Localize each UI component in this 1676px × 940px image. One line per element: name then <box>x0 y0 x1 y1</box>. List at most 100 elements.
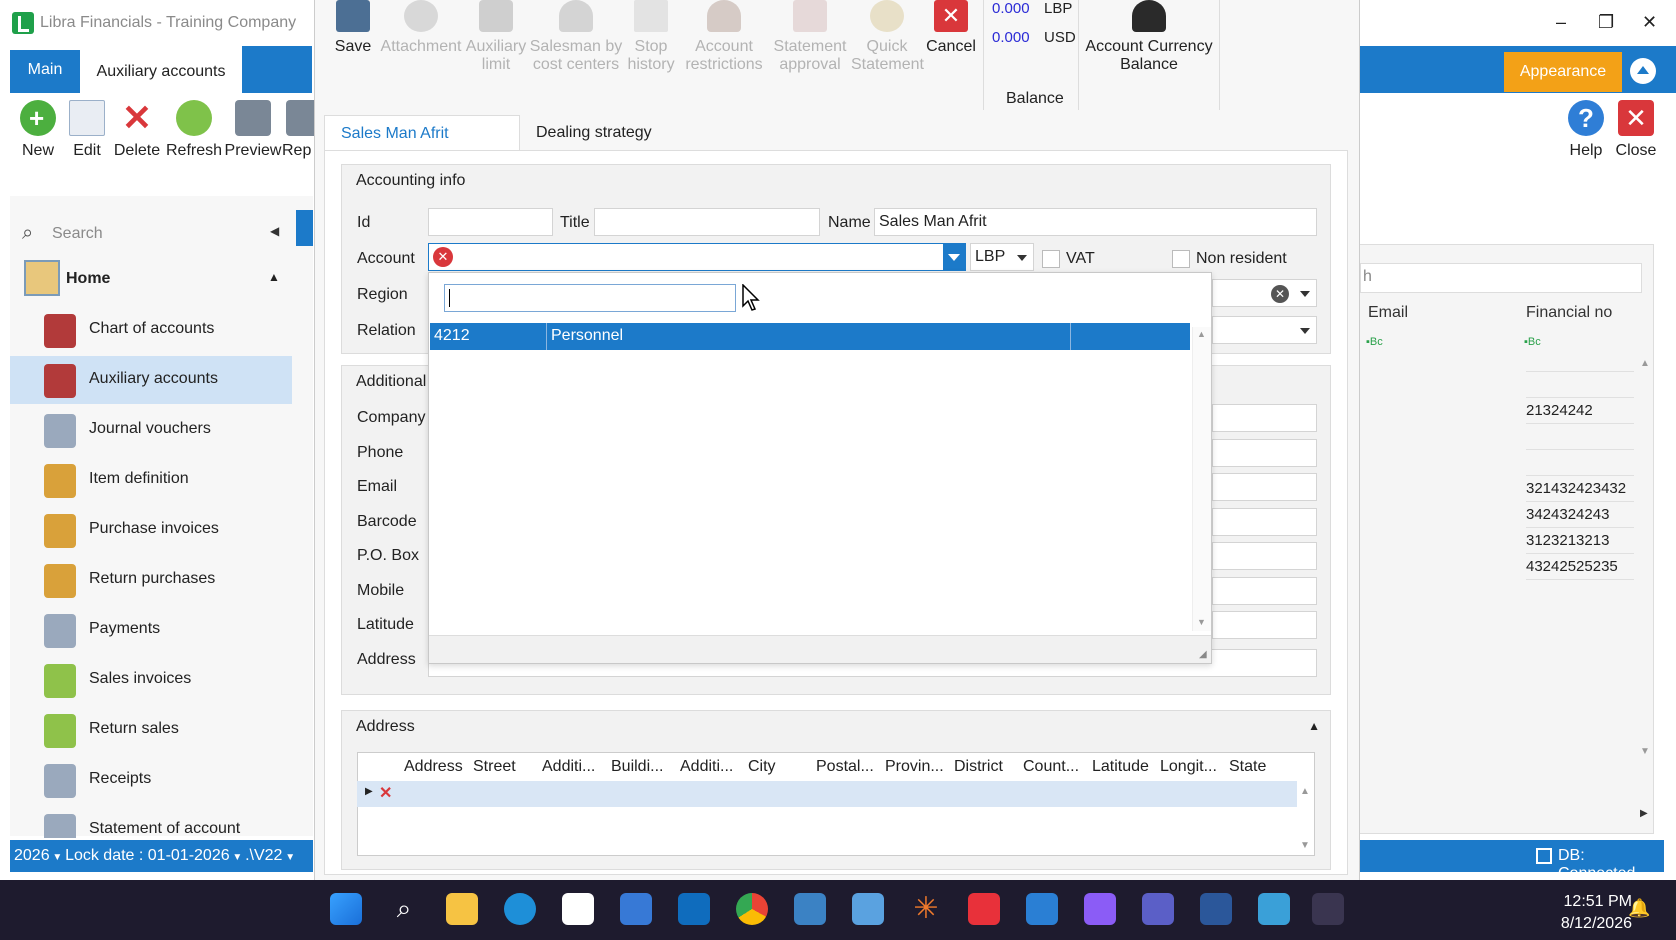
tab-dealing-strategy[interactable]: Dealing strategy <box>536 124 652 142</box>
title-input[interactable] <box>594 208 820 236</box>
scroll-down-icon[interactable]: ▼ <box>1300 840 1310 851</box>
address-column-header[interactable]: Address <box>404 758 463 776</box>
anydesk-icon[interactable] <box>968 893 1000 925</box>
edit-button[interactable]: Edit <box>59 100 115 160</box>
financial-no-cell[interactable]: 21324242 <box>1526 398 1634 424</box>
non-resident-checkbox[interactable] <box>1172 250 1190 268</box>
help-button[interactable]: ? Help <box>1558 100 1614 160</box>
nav-item[interactable]: Return sales <box>10 706 292 754</box>
chevron-down-icon[interactable] <box>1300 328 1310 334</box>
chevron-down-icon[interactable] <box>1300 291 1310 297</box>
year-selector[interactable]: 2026 <box>14 847 50 864</box>
additional-field-input[interactable] <box>1212 438 1317 467</box>
additional-field-input[interactable] <box>1212 507 1317 536</box>
additional-field-input[interactable] <box>1212 611 1317 639</box>
chrome-icon[interactable] <box>736 893 768 925</box>
account-combo[interactable]: ✕ <box>428 243 966 271</box>
maximize-button[interactable]: ❐ <box>1598 12 1614 33</box>
auxiliary-limit-button[interactable]: Auxiliary limit <box>463 0 529 74</box>
notification-bell-icon[interactable]: 🔔 <box>1628 898 1650 919</box>
nav-item[interactable]: Chart of accounts <box>10 306 292 354</box>
nav-item[interactable]: Payments <box>10 606 292 654</box>
account-restrictions-button[interactable]: Account restrictions <box>679 0 769 74</box>
notepad-icon[interactable] <box>1258 893 1290 925</box>
account-search-input[interactable] <box>444 284 736 312</box>
address-column-header[interactable]: Additi... <box>680 758 733 776</box>
scroll-up-icon[interactable]: ▲ <box>1640 358 1650 369</box>
app-purple-icon[interactable] <box>1084 893 1116 925</box>
scroll-down-icon[interactable]: ▼ <box>1640 746 1650 757</box>
financial-no-cell[interactable]: 3123213213 <box>1526 528 1634 554</box>
delete-row-icon[interactable]: ✕ <box>379 783 392 803</box>
address-column-header[interactable]: Additi... <box>542 758 595 776</box>
save-button[interactable]: Save <box>329 0 377 56</box>
nav-item[interactable]: Sales invoices <box>10 656 292 704</box>
file-explorer-icon[interactable] <box>446 893 478 925</box>
nav-item[interactable]: Auxiliary accounts <box>10 356 292 404</box>
additional-field-input[interactable] <box>1212 404 1317 432</box>
additional-field-input[interactable] <box>1212 542 1317 570</box>
edge-icon[interactable] <box>504 893 536 925</box>
vscode-icon[interactable] <box>1026 893 1058 925</box>
address-new-row[interactable]: ▶ ✕ <box>357 781 1297 807</box>
additional-field-input[interactable] <box>1212 473 1317 501</box>
nav-item[interactable]: Purchase invoices <box>10 506 292 554</box>
financial-no-cell[interactable] <box>1526 346 1634 372</box>
id-input[interactable] <box>428 208 553 236</box>
windows-start-icon[interactable] <box>330 893 362 925</box>
outlook-icon[interactable] <box>678 893 710 925</box>
address-column-header[interactable]: Provin... <box>885 758 944 776</box>
address-column-header[interactable]: Street <box>473 758 516 776</box>
region-combo[interactable]: ✕ <box>1212 279 1317 307</box>
statement-approval-button[interactable]: Statement approval <box>769 0 851 74</box>
nav-splitter[interactable] <box>296 210 313 246</box>
store-icon[interactable] <box>562 893 594 925</box>
financial-no-cell[interactable] <box>1526 424 1634 450</box>
name-input[interactable]: Sales Man Afrit <box>874 208 1317 236</box>
photos-icon[interactable] <box>852 893 884 925</box>
address-column-header[interactable]: Count... <box>1023 758 1079 776</box>
nav-search[interactable]: ⌕ Search ◀ <box>18 220 288 250</box>
salesman-cost-centers-button[interactable]: Salesman by cost centers <box>529 0 623 74</box>
cancel-button[interactable]: ✕ Cancel <box>919 0 983 56</box>
teams-icon[interactable] <box>1142 893 1174 925</box>
tab-auxiliary-accounts[interactable]: Auxiliary accounts <box>80 50 242 93</box>
scroll-right-icon[interactable]: ▶ <box>1640 808 1648 819</box>
financial-no-cell[interactable]: 321432423432 <box>1526 476 1634 502</box>
col-financial-no[interactable]: Financial no <box>1526 304 1612 330</box>
account-currency-balance-button[interactable]: Account Currency Balance <box>1081 0 1217 74</box>
financial-no-cell[interactable]: 43242525235 <box>1526 554 1634 580</box>
close-button[interactable]: ✕ Close <box>1608 100 1664 160</box>
lock-date[interactable]: Lock date : 01-01-2026 <box>65 847 230 864</box>
nav-item[interactable]: Receipts <box>10 756 292 804</box>
financial-no-cell[interactable]: 3424324243 <box>1526 502 1634 528</box>
quick-statement-button[interactable]: Quick Statement <box>851 0 924 74</box>
nav-item[interactable]: Return purchases <box>10 556 292 604</box>
currency-select[interactable]: LBP <box>970 243 1034 271</box>
report-button[interactable]: Rep <box>282 100 314 160</box>
claude-icon[interactable]: ✳ <box>910 893 942 925</box>
nav-item[interactable]: Journal vouchers <box>10 406 292 454</box>
tab-sales-man-afrit[interactable]: Sales Man Afrit <box>324 115 520 151</box>
address-column-header[interactable]: Postal... <box>816 758 874 776</box>
collapse-ribbon-icon[interactable] <box>1630 58 1656 84</box>
account-dropdown-button[interactable] <box>943 244 965 270</box>
libra-taskbar-icon[interactable] <box>1312 893 1344 925</box>
col-email[interactable]: Email <box>1368 304 1408 330</box>
outlook-new-icon[interactable] <box>620 893 652 925</box>
word-icon[interactable] <box>1200 893 1232 925</box>
popup-scrollbar[interactable]: ▲ ▼ <box>1192 327 1211 631</box>
tab-main[interactable]: Main <box>10 50 80 93</box>
nav-item[interactable]: Item definition <box>10 456 292 504</box>
filter-icon[interactable]: ▪Bc <box>1366 336 1383 348</box>
version-selector[interactable]: .\V22 <box>245 847 282 864</box>
refresh-button[interactable]: Refresh <box>164 100 224 160</box>
clear-icon[interactable]: ✕ <box>1271 285 1289 303</box>
resize-grip-icon[interactable]: ◢ <box>1199 649 1207 660</box>
address-column-header[interactable]: District <box>954 758 1003 776</box>
additional-field-input[interactable] <box>1212 576 1317 605</box>
address-column-header[interactable]: Longit... <box>1160 758 1217 776</box>
financial-no-cell[interactable] <box>1526 372 1634 398</box>
nav-home[interactable]: Home ▲ <box>10 256 292 300</box>
appearance-button[interactable]: Appearance <box>1504 52 1622 92</box>
